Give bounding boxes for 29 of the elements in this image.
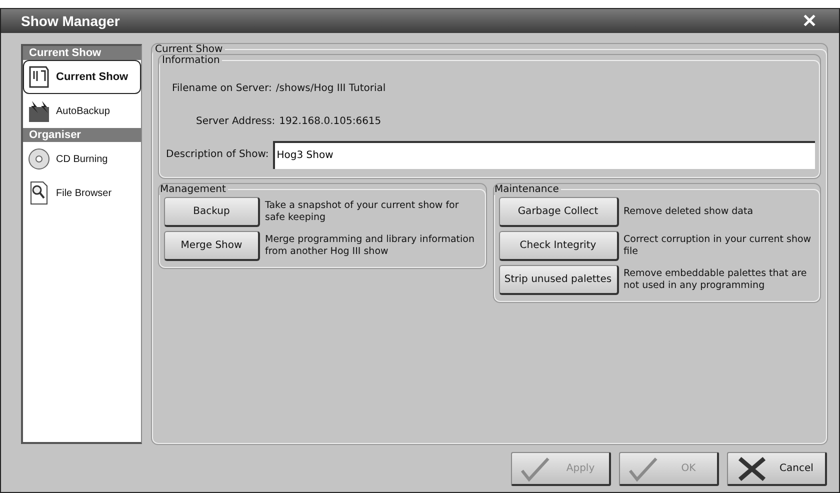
sidebar-item[interactable]: Current Show bbox=[23, 60, 141, 94]
lightning-box-icon bbox=[27, 99, 51, 123]
action-description: Merge programming and library information from another Hog III show bbox=[265, 234, 475, 258]
field-label: Description of Show: bbox=[166, 149, 269, 160]
document-icon bbox=[27, 65, 51, 89]
action-button[interactable]: Garbage Collect bbox=[498, 197, 618, 227]
action-button[interactable]: Backup bbox=[164, 197, 260, 227]
sidebar-header: Organiser bbox=[23, 128, 141, 142]
action-button[interactable]: Strip unused palettes bbox=[498, 265, 618, 295]
description-field[interactable]: Hog3 Show bbox=[272, 140, 815, 168]
panel-title: Information bbox=[161, 55, 221, 66]
action-button[interactable]: Merge Show bbox=[164, 231, 260, 261]
action-description: Remove deleted show data bbox=[624, 206, 754, 218]
action-button[interactable]: Check Integrity bbox=[498, 231, 618, 261]
panel-title: Management bbox=[159, 184, 227, 195]
field-value: /shows/Hog III Tutorial bbox=[276, 83, 386, 94]
disc-icon bbox=[27, 147, 51, 171]
field-label: Filename on Server: bbox=[172, 83, 272, 94]
panel-title: Current Show bbox=[154, 44, 224, 55]
window-title: Show Manager bbox=[21, 13, 120, 29]
action-description: Correct corruption in your current show file bbox=[624, 234, 812, 258]
dialog-button[interactable]: Cancel bbox=[727, 452, 827, 486]
action-description: Take a snapshot of your current show for safe keeping bbox=[265, 200, 460, 224]
field-value: 192.168.0.105:6615 bbox=[279, 116, 382, 127]
field-label: Server Address: bbox=[196, 116, 276, 127]
action-description: Remove embeddable palettes that are not used in any programming bbox=[624, 268, 808, 292]
close-button[interactable]: ✕ bbox=[788, 10, 831, 32]
panel-title: Maintenance bbox=[494, 184, 560, 195]
sidebar-header: Current Show bbox=[23, 46, 141, 60]
